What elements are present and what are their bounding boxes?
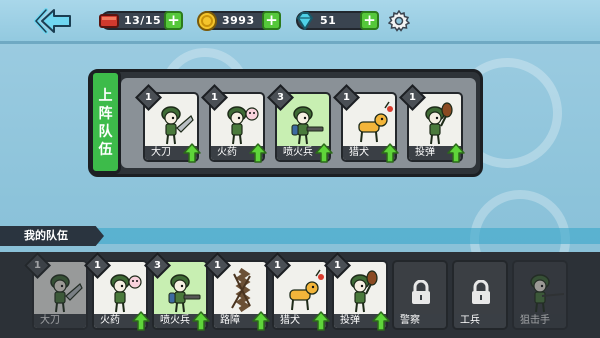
lock-icon bbox=[412, 280, 430, 304]
my-team-unit-card[interactable]: 警察 bbox=[392, 260, 448, 330]
upgrade-arrow-icon bbox=[312, 311, 330, 331]
my-team-unit-card[interactable]: 3 喷火兵 bbox=[144, 252, 210, 331]
soldier-pig-bomb-icon bbox=[227, 106, 259, 145]
my-team-unit-card[interactable]: 1 路障 bbox=[204, 252, 270, 331]
stamina-value: 13/15 bbox=[124, 14, 162, 27]
upgrade-arrow-icon bbox=[183, 143, 201, 163]
soldier-flamethrower-icon bbox=[291, 106, 324, 145]
hound-icon bbox=[358, 101, 393, 143]
soldier-blade-icon bbox=[50, 274, 83, 313]
soldier-sniper-icon bbox=[530, 274, 564, 313]
add-diamond-button[interactable]: + bbox=[360, 11, 379, 30]
hound-icon bbox=[289, 269, 324, 311]
soldier-pig-bomb-icon bbox=[110, 274, 142, 313]
gear-icon[interactable] bbox=[388, 10, 410, 32]
squad-unit-card[interactable]: 1 火药 bbox=[201, 84, 267, 163]
unit-name: 警察 bbox=[394, 314, 446, 328]
upgrade-arrow-icon bbox=[252, 311, 270, 331]
diamond-value: 51 bbox=[320, 14, 337, 27]
my-team-unit-card[interactable]: 工兵 bbox=[452, 260, 508, 330]
soldier-blade-icon bbox=[161, 106, 194, 145]
unit-name: 工兵 bbox=[454, 314, 506, 328]
gold-coin-icon bbox=[197, 11, 217, 31]
my-team-label: 我的队伍 bbox=[0, 226, 104, 246]
squad-unit-card[interactable]: 1 投弹 bbox=[399, 84, 465, 163]
barricade-icon bbox=[231, 268, 251, 313]
my-team-unit-card[interactable]: 1 投弹 bbox=[324, 252, 390, 331]
add-gold-button[interactable]: + bbox=[262, 11, 281, 30]
squad-unit-card[interactable]: 1 大刀 bbox=[135, 84, 201, 163]
diamond-counter: 51 + bbox=[296, 11, 379, 30]
upgrade-arrow-icon bbox=[447, 143, 465, 163]
my-team-unit-card[interactable]: 1 猎犬 bbox=[264, 252, 330, 331]
add-stamina-button[interactable]: + bbox=[164, 11, 183, 30]
unit-name: 狙击手 bbox=[514, 314, 566, 328]
my-team-unit-card[interactable]: 1 火药 bbox=[84, 252, 150, 331]
upgrade-arrow-icon bbox=[192, 311, 210, 331]
upgrade-arrow-icon bbox=[249, 143, 267, 163]
soldier-grenade-icon bbox=[350, 270, 378, 313]
stamina-counter: 13/15 + bbox=[99, 11, 183, 30]
upgrade-arrow-icon bbox=[132, 311, 150, 331]
brick-icon bbox=[99, 14, 119, 28]
gold-value: 3993 bbox=[222, 14, 255, 27]
unit-name: 大刀 bbox=[34, 314, 86, 328]
squad-unit-card[interactable]: 3 喷火兵 bbox=[267, 84, 333, 163]
upgrade-arrow-icon bbox=[315, 143, 333, 163]
upgrade-arrow-icon bbox=[372, 311, 390, 331]
gold-counter: 3993 + bbox=[197, 11, 281, 31]
squad-label: 上阵队伍 bbox=[90, 70, 121, 174]
squad-unit-card[interactable]: 1 猎犬 bbox=[333, 84, 399, 163]
diamond-icon bbox=[297, 12, 313, 30]
upgrade-arrow-icon bbox=[381, 143, 399, 163]
top-bar-divider bbox=[0, 41, 600, 44]
soldier-flamethrower-icon bbox=[168, 274, 201, 313]
lock-icon bbox=[472, 280, 490, 304]
back-arrow-icon[interactable] bbox=[34, 8, 76, 34]
my-team-unit-card[interactable]: 狙击手 bbox=[512, 260, 568, 330]
my-team-unit-card[interactable]: 1 大刀 bbox=[24, 252, 88, 330]
soldier-grenade-icon bbox=[425, 102, 453, 145]
game-screen: 13/15 + 3993 + 51 + 上阵队伍 1 大刀 1 火药 3 喷火兵… bbox=[0, 0, 600, 338]
